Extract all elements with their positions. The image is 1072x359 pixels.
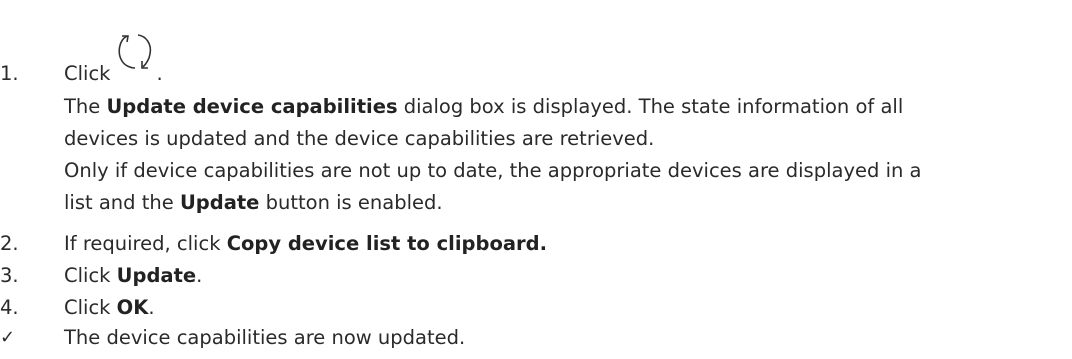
result-text: The device capabilities are now updated. [64, 326, 466, 349]
step-number: 2. [0, 232, 19, 255]
step-number: 1. [0, 62, 19, 85]
step-1-note: Only if device capabilities are not up t… [64, 159, 922, 214]
checkmark-icon: ✓ [0, 327, 16, 348]
step-1-description: The Update device capabilities dialog bo… [64, 95, 904, 150]
step-number: 3. [0, 264, 19, 287]
ok-button-ref: OK [116, 296, 149, 319]
update-button-ref: Update [116, 264, 197, 287]
step-number: 4. [0, 296, 19, 319]
instruction-document: 1. Click . The Update device capabilitie… [0, 0, 1072, 359]
copy-device-list-ref: Copy device list to clipboard. [226, 232, 547, 255]
refresh-arrows-icon [118, 34, 152, 69]
update-button-ref: Update [179, 191, 260, 214]
dialog-name: Update device capabilities [106, 95, 398, 118]
